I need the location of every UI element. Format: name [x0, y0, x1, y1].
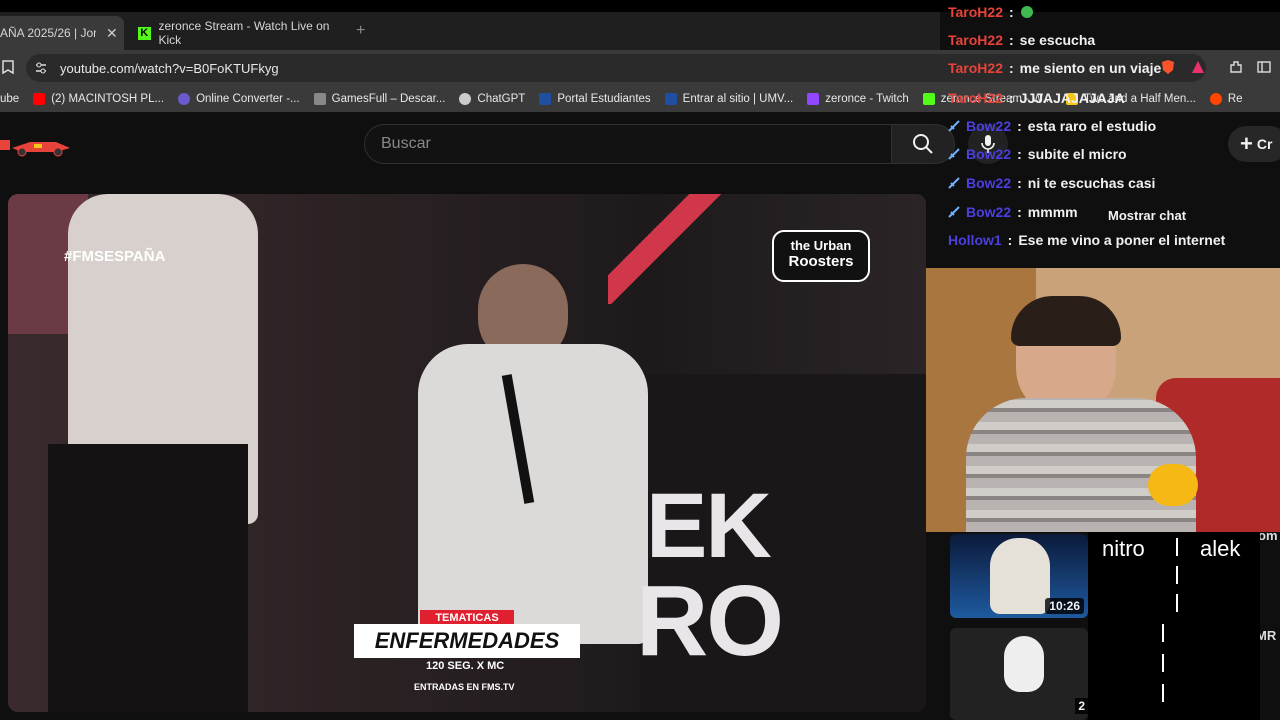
- mc-name-right: alek: [1200, 536, 1241, 561]
- divider: [1162, 684, 1164, 702]
- sword-badge-icon: [948, 148, 960, 160]
- search-placeholder: Buscar: [381, 135, 431, 152]
- url-text: youtube.com/watch?v=B0FoKTUFkyg: [60, 60, 279, 76]
- theme-banner: ENFERMEDADES: [354, 624, 580, 658]
- youtube-logo-icon[interactable]: [0, 134, 74, 158]
- new-tab-button[interactable]: +: [356, 22, 365, 40]
- chat-message: TaroH22:: [948, 4, 1034, 20]
- chat-message: Bow22: mmmm: [948, 204, 1078, 220]
- show-chat-button[interactable]: Mostrar chat: [1108, 208, 1186, 223]
- divider: [1176, 594, 1178, 612]
- youtube-header: Buscar: [0, 112, 955, 182]
- streamer-webcam: [926, 268, 1280, 532]
- bookmark-item[interactable]: Entrar al sitio | UMV...: [664, 93, 793, 105]
- mc-name-left: nitro: [1102, 536, 1145, 561]
- sword-badge-icon: [948, 206, 960, 218]
- battle-names-panel: nitro alek: [1088, 532, 1260, 720]
- um-icon: [539, 93, 552, 105]
- chat-message: Bow22: ni te escuchas casi: [948, 175, 1155, 191]
- video-thumbnail[interactable]: 10:26: [950, 534, 1088, 618]
- fms-hashtag: #FMSESPAÑA: [64, 248, 166, 265]
- bookmark-item[interactable]: Online Converter -...: [178, 93, 300, 105]
- bookmark-item[interactable]: zeronce - Twitch: [807, 93, 909, 105]
- divider: [1162, 624, 1164, 642]
- bookmark-item[interactable]: ube: [0, 93, 19, 105]
- video-duration: 10:26: [1045, 598, 1084, 614]
- bookmark-item[interactable]: (2) MACINTOSH PL...: [33, 93, 164, 105]
- chat-message: TaroH22: se escucha: [948, 32, 1096, 48]
- bookmark-item[interactable]: GamesFull – Descar...: [313, 93, 445, 105]
- site-settings-icon[interactable]: [34, 61, 48, 75]
- bookmark-item[interactable]: ChatGPT: [459, 93, 525, 105]
- side-text: om: [1258, 528, 1278, 543]
- close-tab-icon[interactable]: ✕: [106, 25, 118, 42]
- kick-icon: K: [138, 26, 151, 40]
- tab-title: zeronce Stream - Watch Live on Kick: [158, 19, 330, 47]
- browser-tab-strip: AÑA 2025/26 | Jorna ✕ K zeronce Stream -…: [0, 0, 1280, 50]
- kick-icon: [922, 93, 935, 105]
- divider: [1176, 538, 1178, 556]
- stream-chat-overlay: TaroH22: TaroH22: se escucha TaroH22: me s…: [940, 0, 1280, 268]
- bookmark-item[interactable]: Portal Estudiantes: [539, 93, 651, 105]
- format-text: 120 SEG. X MC: [426, 660, 505, 672]
- um-icon: [664, 93, 677, 105]
- sword-badge-icon: [948, 177, 960, 189]
- search-icon: [913, 134, 933, 154]
- chat-message: Bow22: subite el micro: [948, 146, 1127, 162]
- chat-message: TaroH22: JJJAJAJAJAJA: [948, 90, 1125, 106]
- twitch-icon: [807, 93, 820, 105]
- converter-icon: [178, 93, 191, 105]
- sword-badge-icon: [948, 120, 960, 132]
- search-input[interactable]: Buscar: [364, 124, 892, 164]
- video-thumbnail[interactable]: 2: [950, 628, 1088, 720]
- divider: [1176, 566, 1178, 584]
- gamepad-icon: [313, 93, 326, 105]
- tab-title: AÑA 2025/26 | Jorna: [0, 26, 96, 40]
- tab-kick[interactable]: K zeronce Stream - Watch Live on Kick: [138, 16, 348, 50]
- chat-message: TaroH22: me siento en un viaje: [948, 60, 1162, 76]
- emote-icon: [1020, 6, 1033, 18]
- video-duration: 2: [1075, 698, 1088, 714]
- youtube-icon: [33, 93, 46, 105]
- chat-message: Hollow1: Ese me vino a poner el internet: [948, 232, 1226, 248]
- stage-name-bottom: RO: [636, 565, 784, 677]
- tab-youtube[interactable]: AÑA 2025/26 | Jorna ✕: [0, 16, 124, 50]
- emoji-icon: [1148, 464, 1198, 506]
- urban-roosters-logo: the Urban Roosters: [772, 230, 870, 282]
- bookmark-icon[interactable]: [0, 59, 16, 75]
- tickets-text: ENTRADAS EN FMS.TV: [414, 682, 515, 692]
- chat-message: Bow22: esta raro el estudio: [948, 118, 1156, 134]
- video-player[interactable]: EK RO #FMSESPAÑA the Urban Roosters TEMA…: [8, 194, 926, 712]
- chatgpt-icon: [459, 93, 472, 105]
- divider: [1162, 654, 1164, 672]
